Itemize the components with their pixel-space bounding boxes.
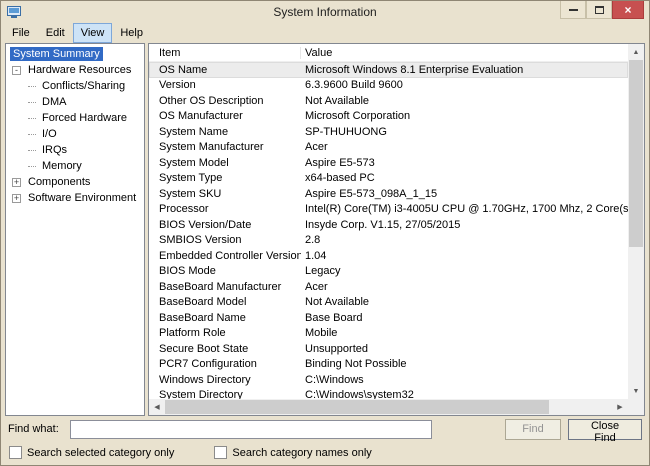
checkbox-label: Search category names only	[232, 447, 371, 459]
table-row[interactable]: SMBIOS Version 2.8	[149, 233, 628, 249]
table-row[interactable]: System Name SP-THUHUONG	[149, 124, 628, 140]
checkbox-unchecked-icon[interactable]	[9, 446, 22, 459]
find-input[interactable]	[70, 420, 432, 439]
close-find-button[interactable]: Close Find	[568, 419, 642, 440]
table-row[interactable]: System SKU Aspire E5-573_098A_1_15	[149, 186, 628, 202]
table-row[interactable]: BaseBoard Name Base Board	[149, 310, 628, 326]
search-selected-category-option[interactable]: Search selected category only	[9, 446, 174, 459]
tree-item-irqs[interactable]: IRQs	[6, 142, 144, 158]
table-row[interactable]: System Model Aspire E5-573	[149, 155, 628, 171]
vertical-scroll-track[interactable]	[628, 60, 644, 383]
find-what-label: Find what:	[8, 423, 70, 435]
collapse-minus-icon[interactable]: -	[12, 66, 21, 75]
tree-item-hardware-resources[interactable]: - Hardware Resources	[6, 62, 144, 78]
tree-item-memory[interactable]: Memory	[6, 158, 144, 174]
column-header-item[interactable]: Item	[149, 47, 301, 59]
bottom-scroll-area: ◀ ▶	[149, 399, 644, 415]
table-row[interactable]: Platform Role Mobile	[149, 326, 628, 342]
table-row[interactable]: System Type x64-based PC	[149, 171, 628, 187]
horizontal-scrollbar[interactable]: ◀ ▶	[149, 399, 628, 415]
table-row[interactable]: Secure Boot State Unsupported	[149, 341, 628, 357]
main-area: System Summary - Hardware Resources Conf…	[5, 43, 645, 416]
category-tree: System Summary - Hardware Resources Conf…	[5, 43, 145, 416]
close-button[interactable]: ×	[612, 1, 644, 19]
table-row[interactable]: Windows Directory C:\Windows	[149, 372, 628, 388]
system-information-window: System Information × File Edit View Help…	[0, 0, 650, 466]
checkbox-label: Search selected category only	[27, 447, 174, 459]
tree-item-dma[interactable]: DMA	[6, 94, 144, 110]
tree-item-forced-hardware[interactable]: Forced Hardware	[6, 110, 144, 126]
find-button[interactable]: Find	[505, 419, 561, 440]
detail-list: Item Value OS Name Microsoft Windows 8.1…	[149, 44, 628, 399]
minimize-button[interactable]	[560, 1, 586, 19]
scroll-left-icon[interactable]: ◀	[149, 399, 165, 415]
detail-pane: Item Value OS Name Microsoft Windows 8.1…	[148, 43, 645, 416]
search-category-names-option[interactable]: Search category names only	[214, 446, 371, 459]
system-information-icon	[7, 6, 21, 18]
table-row[interactable]: OS Manufacturer Microsoft Corporation	[149, 109, 628, 125]
menu-help[interactable]: Help	[112, 23, 151, 43]
table-row[interactable]: System Manufacturer Acer	[149, 140, 628, 156]
tree-item-io[interactable]: I/O	[6, 126, 144, 142]
tree-item-conflicts-sharing[interactable]: Conflicts/Sharing	[6, 78, 144, 94]
column-header-value[interactable]: Value	[301, 47, 628, 59]
search-options: Search selected category only Search cat…	[1, 442, 649, 463]
list-header: Item Value	[149, 44, 628, 62]
table-row[interactable]: System Directory C:\Windows\system32	[149, 388, 628, 400]
minimize-icon	[569, 8, 578, 11]
table-row[interactable]: PCR7 Configuration Binding Not Possible	[149, 357, 628, 373]
scroll-up-icon[interactable]: ▲	[628, 44, 644, 60]
scroll-right-icon[interactable]: ▶	[612, 399, 628, 415]
title-bar[interactable]: System Information ×	[1, 1, 649, 23]
maximize-icon	[595, 6, 604, 14]
window-controls: ×	[560, 1, 644, 19]
tree-item-components[interactable]: + Components	[6, 174, 144, 190]
menu-edit[interactable]: Edit	[38, 23, 73, 43]
tree-item-system-summary[interactable]: System Summary	[6, 46, 144, 62]
table-row[interactable]: Embedded Controller Version 1.04	[149, 248, 628, 264]
vertical-scroll-thumb[interactable]	[629, 60, 643, 247]
table-row[interactable]: BaseBoard Model Not Available	[149, 295, 628, 311]
table-row[interactable]: Processor Intel(R) Core(TM) i3-4005U CPU…	[149, 202, 628, 218]
maximize-button[interactable]	[586, 1, 612, 19]
vertical-scrollbar[interactable]: ▲ ▼	[628, 44, 644, 399]
table-row[interactable]: BIOS Version/Date Insyde Corp. V1.15, 27…	[149, 217, 628, 233]
scrollbar-corner	[628, 399, 644, 415]
menu-bar: File Edit View Help	[1, 23, 649, 43]
checkbox-unchecked-icon[interactable]	[214, 446, 227, 459]
menu-file[interactable]: File	[4, 23, 38, 43]
horizontal-scroll-track[interactable]	[165, 399, 612, 415]
table-row[interactable]: OS Name Microsoft Windows 8.1 Enterprise…	[149, 62, 628, 78]
horizontal-scroll-thumb[interactable]	[165, 400, 549, 414]
expand-plus-icon[interactable]: +	[12, 178, 21, 187]
expand-plus-icon[interactable]: +	[12, 194, 21, 203]
table-row[interactable]: BIOS Mode Legacy	[149, 264, 628, 280]
window-title: System Information	[273, 5, 376, 19]
table-row[interactable]: Other OS Description Not Available	[149, 93, 628, 109]
table-row[interactable]: BaseBoard Manufacturer Acer	[149, 279, 628, 295]
menu-view[interactable]: View	[73, 23, 113, 43]
table-row[interactable]: Version 6.3.9600 Build 9600	[149, 78, 628, 94]
close-icon: ×	[624, 4, 631, 16]
find-bar: Find what: Find Close Find	[1, 416, 649, 442]
scroll-down-icon[interactable]: ▼	[628, 383, 644, 399]
tree-item-software-environment[interactable]: + Software Environment	[6, 190, 144, 206]
